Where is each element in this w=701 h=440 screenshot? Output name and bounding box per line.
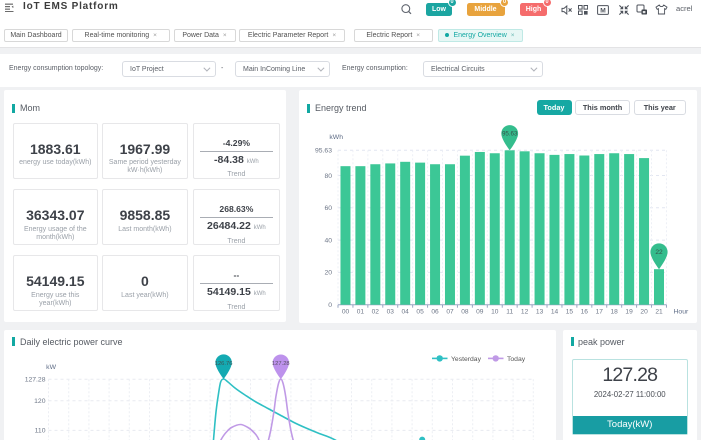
svg-text:Today: Today [507,356,526,363]
svg-text:18: 18 [611,308,619,315]
svg-text:10: 10 [491,308,499,315]
svg-text:110: 110 [35,428,46,435]
svg-text:60: 60 [324,205,332,212]
svg-text:127.28: 127.28 [25,377,46,384]
svg-text:95.63: 95.63 [315,148,332,155]
svg-text:22: 22 [655,249,663,256]
svg-text:0: 0 [328,302,332,309]
svg-text:11: 11 [506,308,513,315]
svg-text:M: M [600,7,606,14]
svg-text:Hour: Hour [674,308,689,315]
svg-text:02: 02 [372,308,380,315]
svg-text:kW: kW [46,364,56,371]
svg-text:19: 19 [625,308,633,315]
svg-text:20: 20 [640,308,648,315]
svg-text:95.63: 95.63 [502,131,518,138]
svg-text:09: 09 [476,308,484,315]
svg-text:120: 120 [34,398,46,405]
svg-text:03: 03 [387,308,395,315]
svg-text:17: 17 [596,308,604,315]
svg-text:00: 00 [342,308,350,315]
svg-text:16: 16 [581,308,589,315]
svg-text:14: 14 [551,308,559,315]
svg-text:04: 04 [402,308,410,315]
svg-text:01: 01 [357,308,365,315]
svg-text:05: 05 [416,308,424,315]
svg-text:20: 20 [324,270,332,277]
svg-text:21: 21 [655,308,663,315]
svg-text:127.28: 127.28 [272,361,290,367]
svg-text:07: 07 [446,308,454,315]
svg-text:15: 15 [566,308,574,315]
svg-text:Yesterday: Yesterday [451,356,482,363]
svg-text:40: 40 [324,237,332,244]
svg-text:kWh: kWh [329,134,343,141]
svg-text:80: 80 [324,173,332,180]
svg-text:13: 13 [536,308,544,315]
svg-text:06: 06 [431,308,439,315]
svg-text:126.76: 126.76 [215,361,233,367]
svg-text:12: 12 [521,308,529,315]
svg-text:08: 08 [461,308,469,315]
